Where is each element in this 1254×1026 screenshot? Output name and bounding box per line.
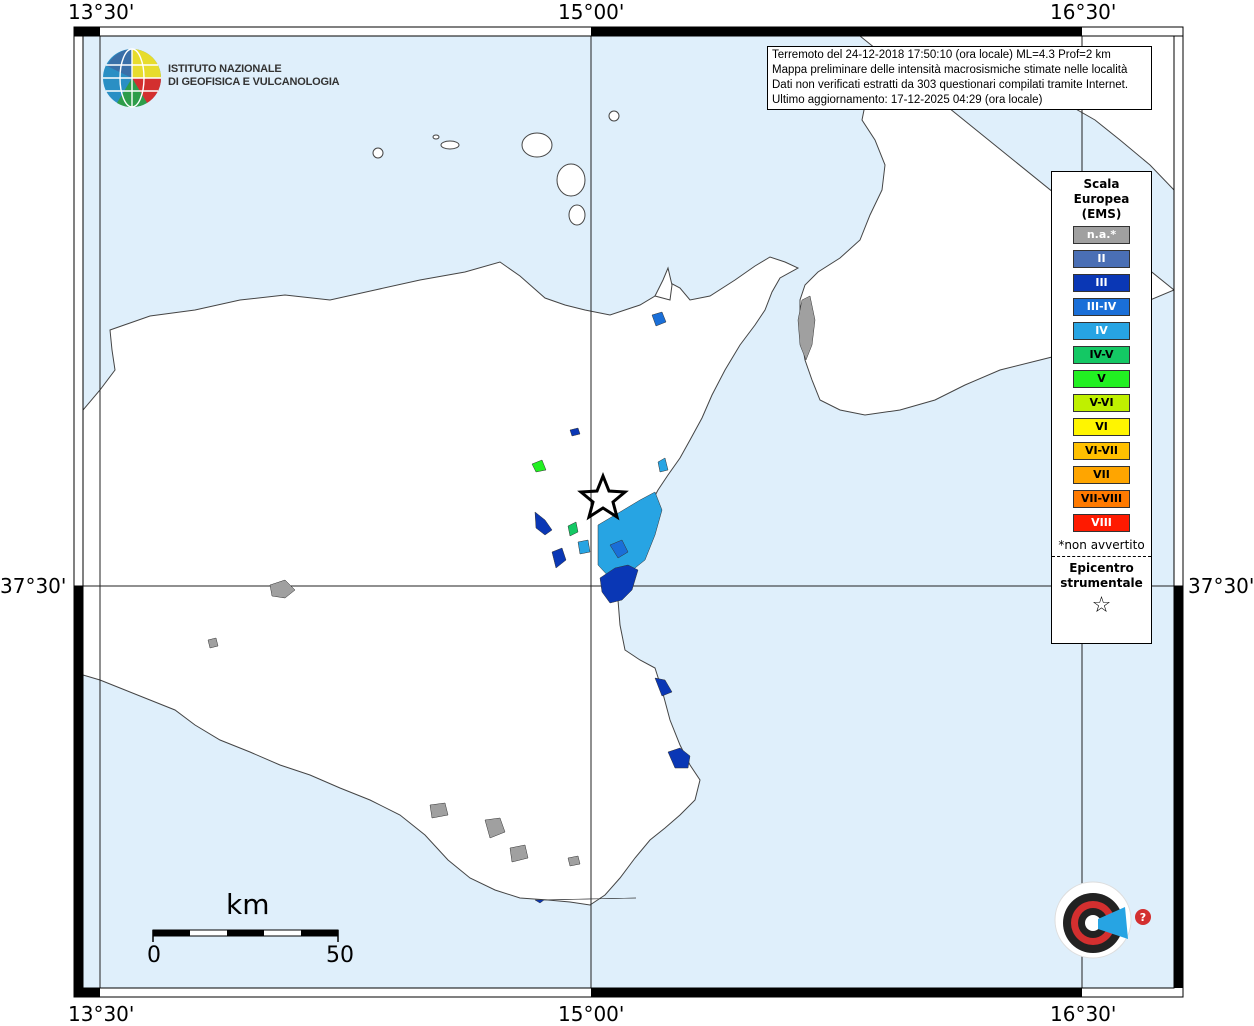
event-info-line2: Mappa preliminare delle intensità macros… — [772, 64, 1128, 76]
legend-title-line1: Scala — [1083, 177, 1120, 191]
legend-epicenter-line2: strumentale — [1060, 576, 1143, 590]
event-info-line3: Dati non verificati estratti da 303 ques… — [772, 79, 1129, 91]
lat-label-left: 37°30' — [0, 574, 67, 598]
scale-bar-unit: km — [226, 888, 270, 921]
legend-item-vi: VI — [1073, 418, 1130, 436]
legend-item-vii: VII — [1073, 466, 1130, 484]
lon-label-top-1: 13°30' — [68, 0, 135, 24]
patch-na-y — [567, 855, 581, 867]
scale-bar-start: 0 — [147, 943, 161, 968]
scale-bar-end: 50 — [326, 943, 354, 968]
ingv-logo-line2: DI GEOFISICA E VULCANOLOGIA — [168, 76, 340, 88]
legend-note: *non avvertito — [1058, 538, 1145, 552]
svg-text:?: ? — [1140, 911, 1146, 924]
legend-title-line3: (EMS) — [1081, 207, 1122, 221]
patch-iv-c — [577, 539, 591, 555]
lon-label-top-2: 15°00' — [558, 0, 625, 24]
legend-item-iii-iv: III-IV — [1073, 298, 1130, 316]
legend-epicenter-label: Epicentro strumentale — [1052, 561, 1151, 591]
legend-epicenter-line1: Epicentro — [1069, 561, 1134, 575]
legend-item-n-a: n.a.* — [1073, 226, 1130, 244]
legend-item-vi-vii: VI-VII — [1073, 442, 1130, 460]
ems-legend: Scala Europea (EMS) n.a.* II III III-IV IV IV… — [1051, 171, 1152, 644]
legend-items: n.a.* II III III-IV IV IV-V V V-VI VI VI-VII VII VI… — [1052, 226, 1151, 532]
patch-na-avola — [429, 802, 449, 819]
event-info-line4: Ultimo aggiornamento: 17-12-2025 04:29 (… — [772, 94, 1043, 106]
legend-separator — [1052, 556, 1151, 557]
lon-label-top-3: 16°30' — [1050, 0, 1117, 24]
lon-label-bottom-1: 13°30' — [68, 1002, 135, 1026]
legend-item-ii: II — [1073, 250, 1130, 268]
lon-label-bottom-2: 15°00' — [558, 1002, 625, 1026]
legend-item-iv: IV — [1073, 322, 1130, 340]
legend-item-v-vi: V-VI — [1073, 394, 1130, 412]
legend-item-iii: III — [1073, 274, 1130, 292]
legend-star-icon: ☆ — [1091, 593, 1112, 618]
haisentito-logo: ? — [1054, 881, 1151, 959]
event-info-box: Terremoto del 24-12-2018 17:50:10 (ora l… — [767, 46, 1152, 110]
lon-label-bottom-3: 16°30' — [1050, 1002, 1117, 1026]
ingv-logo-line1: ISTITUTO NAZIONALE — [168, 63, 282, 75]
legend-title-line2: Europea — [1073, 192, 1130, 206]
patch-na-x — [207, 637, 219, 649]
lat-label-right: 37°30' — [1188, 574, 1254, 598]
legend-title: Scala Europea (EMS) — [1052, 177, 1151, 222]
legend-item-viii: VIII — [1073, 514, 1130, 532]
legend-item-vii-viii: VII-VIII — [1073, 490, 1130, 508]
ingv-logo-text: ISTITUTO NAZIONALE DI GEOFISICA E VULCAN… — [168, 63, 340, 89]
legend-item-iv-v: IV-V — [1073, 346, 1130, 364]
legend-item-v: V — [1073, 370, 1130, 388]
event-info-line1: Terremoto del 24-12-2018 17:50:10 (ora l… — [772, 49, 1111, 61]
